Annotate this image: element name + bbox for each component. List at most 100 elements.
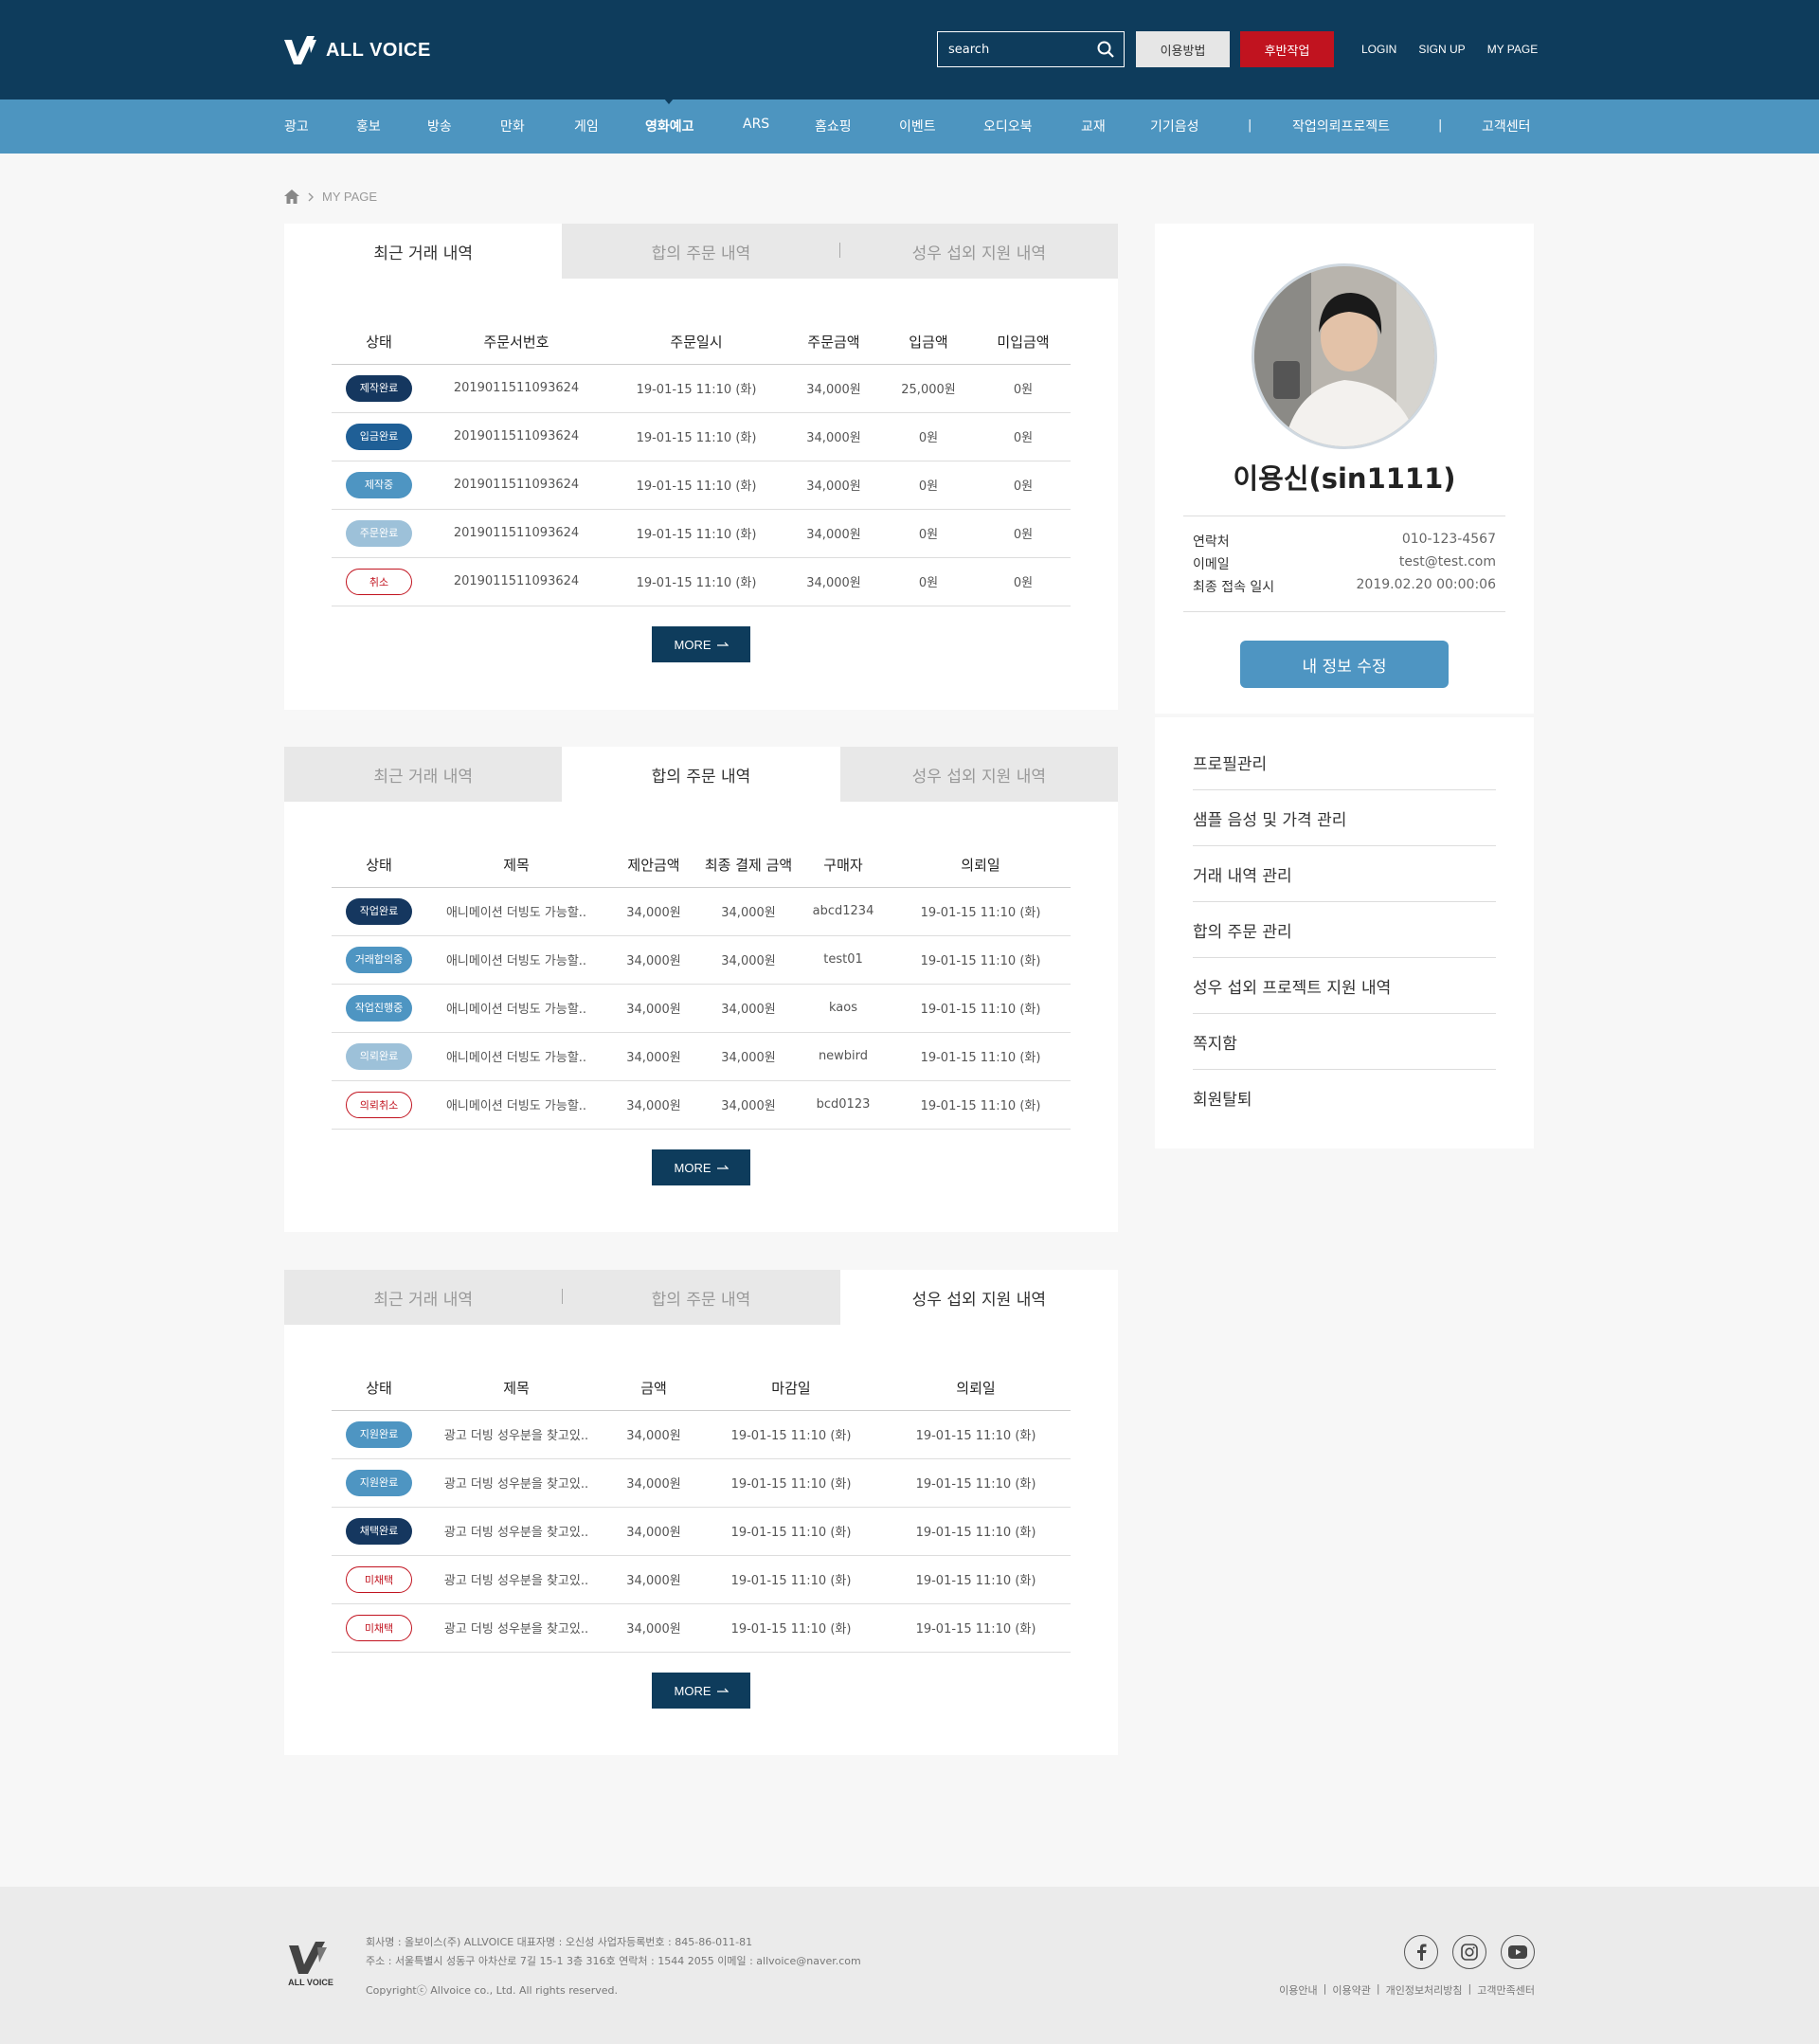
status-badge: 작업완료 <box>346 897 412 925</box>
tab-casting[interactable]: 성우 섭외 지원 내역 <box>839 1270 1118 1325</box>
table-row[interactable]: 입금완료 2019011511093624 19-01-15 11:10 (화) 34… <box>332 412 1071 461</box>
table-row[interactable]: 의뢰취소 애니메이션 더빙도 가능할.. 34,000원 34,000원 bcd0123… <box>332 1080 1071 1130</box>
tab-recent[interactable]: 최근 거래 내역 <box>284 747 563 802</box>
table-row[interactable]: 거래합의중 애니메이션 더빙도 가능할.. 34,000원 34,000원 test01… <box>332 935 1071 985</box>
tab-casting[interactable]: 성우 섭외 지원 내역 <box>839 224 1118 279</box>
column-header: 구매자 <box>796 843 891 888</box>
table-header-row: 상태 주문서번호 주문일시 주문금액 입금액 미입금액 <box>332 320 1071 365</box>
order-number-cell: 2019011511093624 <box>426 412 606 461</box>
instagram-icon[interactable] <box>1452 1935 1486 1969</box>
footer-link-guide[interactable]: 이용안내 <box>1279 1982 1317 1998</box>
nav-item-device-voice[interactable]: 기기음성 <box>1150 117 1199 136</box>
nav-item-support[interactable]: 고객센터 <box>1482 117 1531 136</box>
home-icon[interactable] <box>284 190 299 204</box>
menu-item-agreed-orders[interactable]: 합의 주문 관리 <box>1193 902 1496 958</box>
amount-cell: 34,000원 <box>606 1507 701 1556</box>
paid-amount-cell: 0원 <box>881 412 976 461</box>
user-name: 이용신(sin1111) <box>1233 462 1456 495</box>
divider <box>1183 611 1505 612</box>
footer-link-customer-center[interactable]: 고객만족센터 <box>1477 1982 1535 1998</box>
info-row-last-login: 최종 접속 일시 2019.02.20 00:00:06 <box>1193 577 1496 596</box>
table-header-row: 상태 제목 제안금액 최종 결제 금액 구매자 의뢰일 <box>332 843 1071 888</box>
mypage-link[interactable]: MY PAGE <box>1487 43 1539 56</box>
nav-item-projects[interactable]: 작업의뢰프로젝트 <box>1292 117 1390 136</box>
title-cell: 광고 더빙 성우분을 찾고있.. <box>426 1410 606 1459</box>
more-button[interactable]: MORE <box>652 626 750 662</box>
paid-amount-cell: 25,000원 <box>881 364 976 413</box>
deadline-cell: 19-01-15 11:10 (화) <box>701 1603 881 1653</box>
nav-item-ad[interactable]: 광고 <box>284 117 309 136</box>
nav-item-trailer[interactable]: 영화예고 <box>645 117 694 136</box>
table-row[interactable]: 의뢰완료 애니메이션 더빙도 가능할.. 34,000원 34,000원 newbird… <box>332 1032 1071 1081</box>
youtube-icon[interactable] <box>1501 1935 1535 1969</box>
menu-item-samples[interactable]: 샘플 음성 및 가격 관리 <box>1193 790 1496 846</box>
final-amount-cell: 34,000원 <box>701 935 796 985</box>
nav-item-ars[interactable]: ARS <box>743 117 769 132</box>
more-button[interactable]: MORE <box>652 1149 750 1185</box>
edit-profile-button[interactable]: 내 정보 수정 <box>1240 641 1449 688</box>
offer-amount-cell: 34,000원 <box>606 1032 701 1081</box>
table-row[interactable]: 지원완료 광고 더빙 성우분을 찾고있.. 34,000원 19-01-15 11:1… <box>332 1410 1071 1459</box>
tab-agreed[interactable]: 합의 주문 내역 <box>562 747 840 802</box>
table-header-row: 상태 제목 금액 마감일 의뢰일 <box>332 1366 1071 1411</box>
tab-recent[interactable]: 최근 거래 내역 <box>284 1270 563 1325</box>
search-input[interactable] <box>938 42 1090 57</box>
paid-amount-cell: 0원 <box>881 557 976 606</box>
nav-item-homeshopping[interactable]: 홈쇼핑 <box>815 117 852 136</box>
guide-button[interactable]: 이용방법 <box>1136 31 1230 67</box>
table-row[interactable]: 제작완료 2019011511093624 19-01-15 11:10 (화) 34… <box>332 364 1071 413</box>
menu-item-messages[interactable]: 쪽지함 <box>1193 1014 1496 1070</box>
nav-item-broadcast[interactable]: 방송 <box>427 117 452 136</box>
facebook-icon[interactable] <box>1404 1935 1438 1969</box>
column-header: 주문금액 <box>786 320 881 365</box>
table-row[interactable]: 미채택 광고 더빙 성우분을 찾고있.. 34,000원 19-01-15 11:10… <box>332 1555 1071 1604</box>
menu-item-withdraw[interactable]: 회원탈퇴 <box>1193 1070 1496 1126</box>
title-cell: 애니메이션 더빙도 가능할.. <box>426 984 606 1033</box>
breadcrumb-current: MY PAGE <box>322 190 378 204</box>
column-header: 제목 <box>426 843 606 888</box>
company-info: 회사명 : 올보이스(주) ALLVOICE 대표자명 : 오신성 사업자등록번… <box>366 1936 753 1948</box>
nav-item-textbook[interactable]: 교재 <box>1081 117 1106 136</box>
menu-item-transactions[interactable]: 거래 내역 관리 <box>1193 846 1496 902</box>
nav-item-event[interactable]: 이벤트 <box>899 117 936 136</box>
site-header: ALL VOICE 이용방법 후반작업 LOGIN SIGN UP MY PAG… <box>0 0 1819 99</box>
more-button[interactable]: MORE <box>652 1673 750 1709</box>
post-production-button[interactable]: 후반작업 <box>1240 31 1334 67</box>
table-row[interactable]: 주문완료 2019011511093624 19-01-15 11:10 (화) 34… <box>332 509 1071 558</box>
status-cell: 취소 <box>332 557 426 606</box>
footer-brand: ALL VOICE <box>288 1978 333 1987</box>
table-row[interactable]: 채택완료 광고 더빙 성우분을 찾고있.. 34,000원 19-01-15 11:1… <box>332 1507 1071 1556</box>
offer-amount-cell: 34,000원 <box>606 935 701 985</box>
tab-recent[interactable]: 최근 거래 내역 <box>284 224 563 279</box>
tab-agreed[interactable]: 합의 주문 내역 <box>562 1270 840 1325</box>
active-caret-icon <box>664 99 674 104</box>
status-cell: 입금완료 <box>332 412 426 461</box>
menu-item-profile[interactable]: 프로필관리 <box>1193 734 1496 790</box>
table-row[interactable]: 작업완료 애니메이션 더빙도 가능할.. 34,000원 34,000원 abcd123… <box>332 887 1071 936</box>
nav-item-audiobook[interactable]: 오디오북 <box>983 117 1033 136</box>
title-cell: 애니메이션 더빙도 가능할.. <box>426 1032 606 1081</box>
offer-amount-cell: 34,000원 <box>606 984 701 1033</box>
order-amount-cell: 34,000원 <box>786 412 881 461</box>
search-icon[interactable] <box>1097 41 1114 58</box>
nav-item-comics[interactable]: 만화 <box>500 117 525 136</box>
login-link[interactable]: LOGIN <box>1361 43 1396 56</box>
nav-item-game[interactable]: 게임 <box>574 117 599 136</box>
table-row[interactable]: 미채택 광고 더빙 성우분을 찾고있.. 34,000원 19-01-15 11:10… <box>332 1603 1071 1653</box>
signup-link[interactable]: SIGN UP <box>1418 43 1465 56</box>
tab-agreed[interactable]: 합의 주문 내역 <box>562 224 840 279</box>
column-header: 의뢰일 <box>881 1366 1071 1411</box>
table-row[interactable]: 작업진행중 애니메이션 더빙도 가능할.. 34,000원 34,000원 kaos 19… <box>332 984 1071 1033</box>
brand-logo[interactable]: ALL VOICE <box>284 36 431 64</box>
menu-item-casting[interactable]: 성우 섭외 프로젝트 지원 내역 <box>1193 958 1496 1014</box>
table-row[interactable]: 취소 2019011511093624 19-01-15 11:10 (화) 34,0… <box>332 557 1071 606</box>
footer-link-privacy[interactable]: 개인정보처리방침 <box>1386 1982 1463 1998</box>
status-cell: 제작중 <box>332 461 426 510</box>
paid-amount-cell: 0원 <box>881 461 976 510</box>
table-row[interactable]: 제작중 2019011511093624 19-01-15 11:10 (화) 34,… <box>332 461 1071 510</box>
tab-casting[interactable]: 성우 섭외 지원 내역 <box>839 747 1118 802</box>
footer-link-terms[interactable]: 이용약관 <box>1332 1982 1370 1998</box>
table-row[interactable]: 지원완료 광고 더빙 성우분을 찾고있.. 34,000원 19-01-15 11:1… <box>332 1458 1071 1508</box>
nav-item-promo[interactable]: 홍보 <box>356 117 381 136</box>
request-date-cell: 19-01-15 11:10 (화) <box>891 1032 1071 1081</box>
